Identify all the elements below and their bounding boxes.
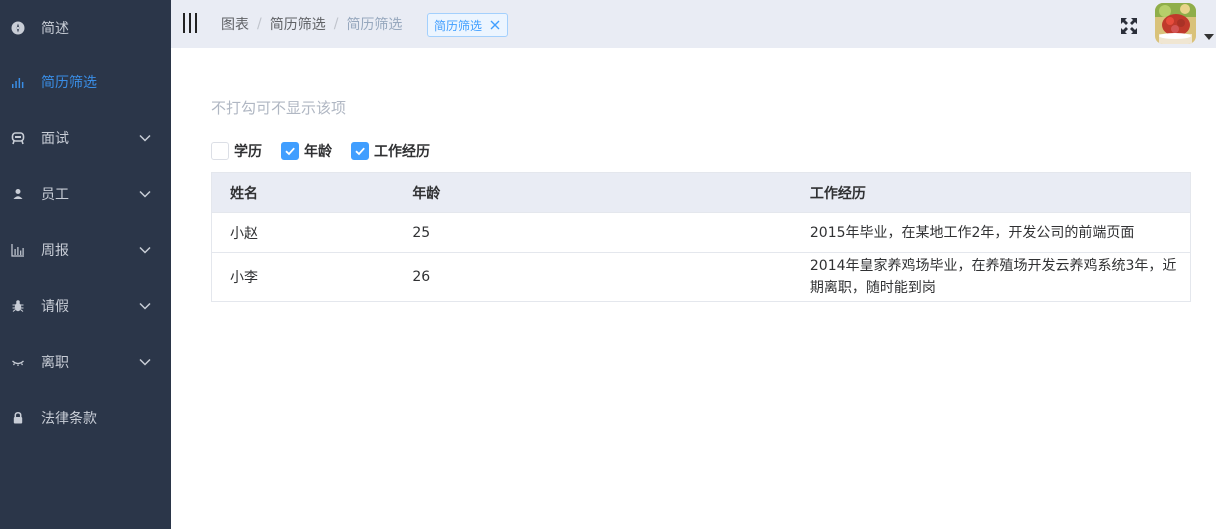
cell-age: 26: [394, 252, 792, 302]
sidebar-item-label: 员工: [41, 187, 69, 203]
fullscreen-icon[interactable]: [1119, 16, 1139, 36]
user-icon: [11, 187, 25, 201]
cell-experience: 2015年毕业，在某地工作2年，开发公司的前端页面: [791, 212, 1191, 253]
resume-table: 姓名 年龄 工作经历 小赵 25 2015年毕业，在某地工作2年，开发公司的前端…: [211, 172, 1191, 302]
sidebar-item-label: 周报: [41, 243, 69, 259]
sidebar-item-label: 简述: [41, 21, 69, 37]
breadcrumb: 图表 / 简历筛选 / 简历筛选: [221, 14, 402, 34]
chevron-down-icon: [138, 355, 152, 369]
sidebar-item-staff[interactable]: 员工: [0, 166, 171, 222]
compass-icon: [11, 21, 25, 35]
bar-chart-icon: [11, 75, 25, 89]
sidebar-item-legal[interactable]: 法律条款: [0, 390, 171, 446]
breadcrumb-separator: /: [333, 16, 339, 32]
close-icon[interactable]: [489, 19, 501, 31]
checkbox-label: 工作经历: [374, 144, 430, 160]
column-header-age: 年龄: [394, 172, 792, 213]
checkbox-label: 学历: [234, 144, 262, 160]
sidebar-item-resignation[interactable]: 离职: [0, 334, 171, 390]
hamburger-icon[interactable]: [183, 13, 199, 33]
column-header-experience: 工作经历: [791, 172, 1191, 213]
breadcrumb-item[interactable]: 简历筛选: [270, 14, 326, 34]
checkbox-education[interactable]: 学历: [211, 141, 262, 161]
sidebar-item-label: 离职: [41, 355, 69, 371]
avatar[interactable]: [1155, 3, 1196, 44]
table-header-row: 姓名 年龄 工作经历: [211, 172, 1191, 213]
tab-tag-resume-filter[interactable]: 简历筛选: [427, 13, 509, 37]
sidebar: 简述 简历筛选 面试 员工 周报 请假 离职 法律条款: [0, 0, 171, 529]
chevron-down-icon: [138, 131, 152, 145]
tag-label: 简历筛选: [434, 18, 483, 33]
chevron-down-icon: [138, 243, 152, 257]
checkbox-box[interactable]: [211, 142, 229, 160]
table-row: 小李 26 2014年皇家养鸡场毕业，在养殖场开发云养鸡系统3年，近期离职，随时…: [211, 252, 1191, 302]
table-row: 小赵 25 2015年毕业，在某地工作2年，开发公司的前端页面: [211, 212, 1191, 253]
column-toggle-group: 学历 年龄 工作经历: [211, 141, 449, 161]
checkbox-label: 年龄: [304, 144, 332, 160]
checkbox-age[interactable]: 年龄: [281, 141, 332, 161]
sidebar-item-overview[interactable]: 简述: [0, 0, 171, 56]
sidebar-item-label: 请假: [41, 299, 69, 315]
lock-icon: [11, 411, 25, 425]
checkbox-work-experience[interactable]: 工作经历: [351, 141, 430, 161]
caret-down-icon[interactable]: [1203, 29, 1215, 40]
check-icon: [355, 147, 365, 156]
sidebar-item-label: 法律条款: [41, 411, 97, 427]
column-header-name: 姓名: [211, 172, 395, 213]
cell-name: 小李: [211, 252, 395, 302]
chevron-down-icon: [138, 299, 152, 313]
check-icon: [285, 147, 295, 156]
checkbox-box[interactable]: [281, 142, 299, 160]
app-root: 简述 简历筛选 面试 员工 周报 请假 离职 法律条款 图表 / 简历筛选 / …: [0, 0, 1216, 529]
hint-text: 不打勾可不显示该项: [211, 99, 347, 117]
checkbox-box[interactable]: [351, 142, 369, 160]
sidebar-item-leave[interactable]: 请假: [0, 278, 171, 334]
eye-closed-icon: [11, 355, 25, 369]
sidebar-item-label: 面试: [41, 131, 69, 147]
chart-icon: [11, 243, 25, 257]
bug-icon: [11, 299, 25, 313]
breadcrumb-current: 简历筛选: [346, 17, 403, 33]
breadcrumb-separator: /: [257, 16, 262, 32]
robot-icon: [11, 131, 25, 145]
cell-name: 小赵: [211, 212, 395, 253]
top-navbar: 图表 / 简历筛选 / 简历筛选 简历筛选: [171, 0, 1216, 48]
sidebar-item-resume-filter[interactable]: 简历筛选: [0, 54, 171, 110]
sidebar-item-interview[interactable]: 面试: [0, 110, 171, 166]
sidebar-item-weekly-report[interactable]: 周报: [0, 222, 171, 278]
chevron-down-icon: [138, 187, 152, 201]
cell-age: 25: [394, 212, 792, 253]
sidebar-item-label: 简历筛选: [41, 75, 97, 91]
cell-experience: 2014年皇家养鸡场毕业，在养殖场开发云养鸡系统3年，近期离职，随时能到岗: [791, 252, 1191, 302]
breadcrumb-item[interactable]: 图表: [221, 14, 249, 34]
